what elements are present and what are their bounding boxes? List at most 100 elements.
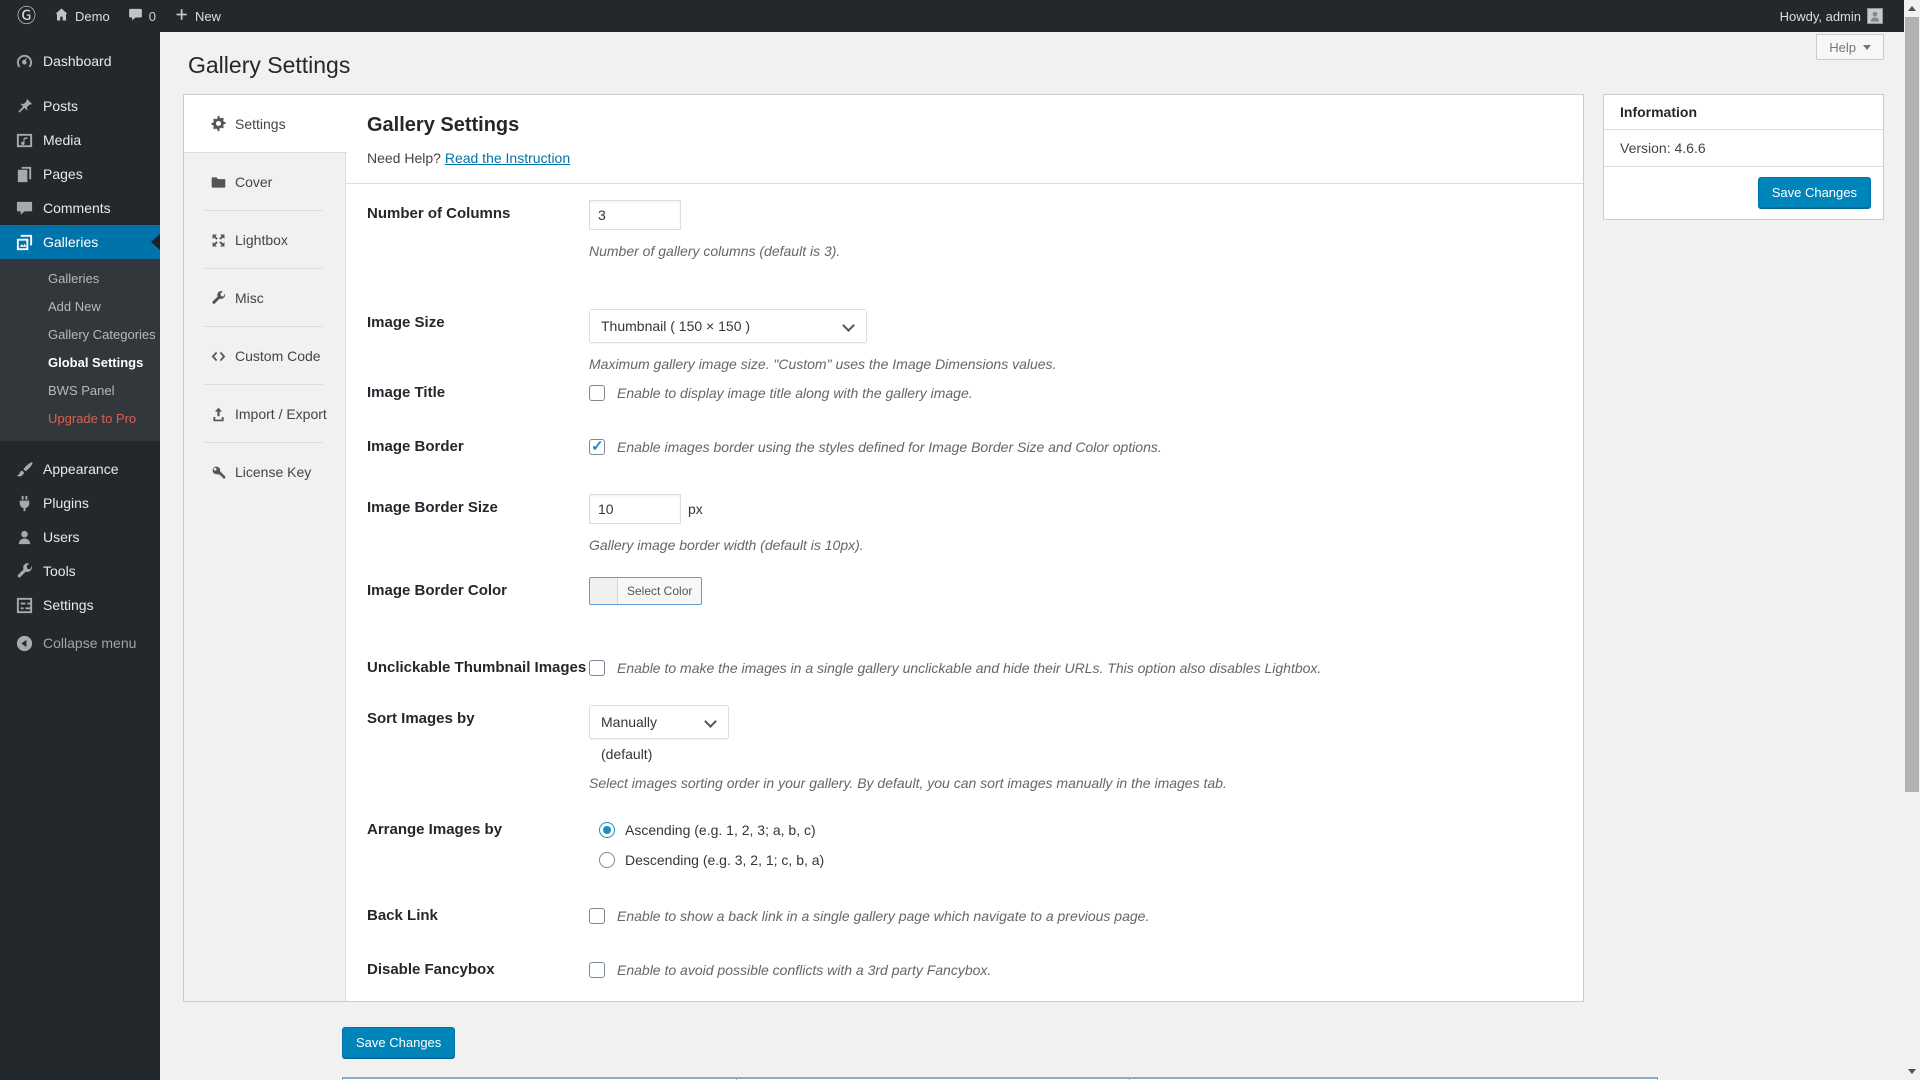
row-back-link: Back Link Enable to show a back link in … xyxy=(367,907,1563,925)
folder-icon xyxy=(209,173,227,191)
sidebar-item-users[interactable]: Users xyxy=(0,520,160,554)
help-button[interactable]: Help xyxy=(1816,34,1884,60)
image-size-select[interactable]: Thumbnail ( 150 × 150 ) xyxy=(589,309,867,343)
field-label: Number of Columns xyxy=(367,200,589,259)
submenu-item-bws-panel[interactable]: BWS Panel xyxy=(0,377,160,405)
site-name-link[interactable]: Demo xyxy=(45,0,119,32)
site-name: Demo xyxy=(75,9,110,24)
information-box: Information Version: 4.6.6 Save Changes xyxy=(1603,94,1884,220)
back-link-checkbox[interactable] xyxy=(589,908,605,924)
field-label: Image Border xyxy=(367,438,589,456)
chevron-down-icon xyxy=(1863,45,1871,50)
expand-icon xyxy=(209,231,227,249)
wrench-icon xyxy=(209,289,227,307)
field-hint: Enable to display image title along with… xyxy=(617,385,973,401)
new-content-menu[interactable]: New xyxy=(165,0,230,32)
home-icon xyxy=(54,7,69,25)
sort-images-select[interactable]: Manually (default) xyxy=(589,705,729,739)
field-label: Sort Images by xyxy=(367,705,589,791)
field-label: Back Link xyxy=(367,907,589,925)
wordpress-logo-menu[interactable]: Ⓖ xyxy=(8,0,45,32)
plus-icon xyxy=(174,7,189,25)
media-icon xyxy=(14,130,34,150)
sidebar-item-media[interactable]: Media xyxy=(0,123,160,157)
row-unclickable-thumbnails: Unclickable Thumbnail Images Enable to m… xyxy=(367,659,1563,677)
collapse-menu-button[interactable]: Collapse menu xyxy=(0,626,160,660)
arrow-up-icon xyxy=(1908,6,1916,11)
wordpress-admin-screen: Ⓖ Demo 0 New Howdy, admin xyxy=(0,0,1920,1080)
field-label: Disable Fancybox xyxy=(367,961,589,979)
radio-label[interactable]: Descending (e.g. 3, 2, 1; c, b, a) xyxy=(625,852,824,868)
tab-custom-code[interactable]: Custom Code xyxy=(184,327,346,385)
disable-fancybox-checkbox[interactable] xyxy=(589,962,605,978)
row-arrange-images-by: Arrange Images by Ascending (e.g. 1, 2, … xyxy=(367,821,1563,869)
sidebar-item-dashboard[interactable]: Dashboard xyxy=(0,44,160,78)
sidebar-item-pages[interactable]: Pages xyxy=(0,157,160,191)
number-of-columns-input[interactable] xyxy=(589,200,681,230)
settings-icon xyxy=(14,595,34,615)
new-label: New xyxy=(195,9,221,24)
descending-radio[interactable] xyxy=(599,852,615,868)
image-border-size-input[interactable] xyxy=(589,494,681,524)
field-label: Image Border Color xyxy=(367,577,589,607)
code-icon xyxy=(209,347,227,365)
row-disable-fancybox: Disable Fancybox Enable to avoid possibl… xyxy=(367,961,1563,979)
tab-license-key[interactable]: License Key xyxy=(184,443,346,501)
unit-suffix: px xyxy=(688,501,703,517)
tab-lightbox[interactable]: Lightbox xyxy=(184,211,346,269)
form-divider xyxy=(346,183,1583,184)
galleries-submenu: Galleries Add New Gallery Categories Glo… xyxy=(0,259,160,441)
key-icon xyxy=(209,463,227,481)
comments-bubble-link[interactable]: 0 xyxy=(119,0,165,32)
image-title-checkbox[interactable] xyxy=(589,385,605,401)
read-instruction-link[interactable]: Read the Instruction xyxy=(445,150,570,166)
howdy-account-menu[interactable]: Howdy, admin xyxy=(1771,0,1892,32)
ascending-radio[interactable] xyxy=(599,822,615,838)
pin-icon xyxy=(14,96,34,116)
submenu-item-upgrade-to-pro[interactable]: Upgrade to Pro xyxy=(0,405,160,433)
comments-icon xyxy=(14,198,34,218)
tab-cover[interactable]: Cover xyxy=(184,153,346,211)
row-number-of-columns: Number of Columns Number of gallery colu… xyxy=(367,200,1563,259)
field-hint: Enable to avoid possible conflicts with … xyxy=(617,962,991,978)
radio-label[interactable]: Ascending (e.g. 1, 2, 3; a, b, c) xyxy=(625,822,816,838)
unclickable-thumbnails-checkbox[interactable] xyxy=(589,660,605,676)
sidebar-item-comments[interactable]: Comments xyxy=(0,191,160,225)
field-label: Image Border Size xyxy=(367,494,589,553)
scrollbar-up-button[interactable] xyxy=(1904,0,1920,17)
scrollbar-down-button[interactable] xyxy=(1904,1063,1920,1080)
field-hint: Enable to make the images in a single ga… xyxy=(617,660,1321,676)
row-image-title: Image Title Enable to display image titl… xyxy=(367,384,1563,402)
sidebar-item-tools[interactable]: Tools xyxy=(0,554,160,588)
sidebar-item-galleries[interactable]: Galleries xyxy=(0,225,160,259)
upload-icon xyxy=(209,405,227,423)
submenu-item-gallery-categories[interactable]: Gallery Categories xyxy=(0,321,160,349)
howdy-text: Howdy, admin xyxy=(1780,9,1861,24)
image-border-checkbox[interactable] xyxy=(589,439,605,455)
comments-count: 0 xyxy=(149,9,156,24)
submenu-item-global-settings[interactable]: Global Settings xyxy=(0,349,160,377)
submenu-item-galleries[interactable]: Galleries xyxy=(0,265,160,293)
field-hint: Maximum gallery image size. "Custom" use… xyxy=(589,356,1563,372)
submenu-item-add-new[interactable]: Add New xyxy=(0,293,160,321)
select-color-button[interactable]: Select Color xyxy=(589,577,702,605)
tab-settings[interactable]: Settings xyxy=(184,95,347,153)
settings-tabs: Settings Cover Lightbox Misc Custom Code xyxy=(184,95,346,1001)
page-title: Gallery Settings xyxy=(188,50,350,80)
tab-import-export[interactable]: Import / Export xyxy=(184,385,346,443)
tab-misc[interactable]: Misc xyxy=(184,269,346,327)
save-changes-button[interactable]: Save Changes xyxy=(342,1027,455,1058)
sidebar-item-plugins[interactable]: Plugins xyxy=(0,486,160,520)
avatar xyxy=(1867,8,1883,24)
sidebar-item-posts[interactable]: Posts xyxy=(0,89,160,123)
row-image-size: Image Size Thumbnail ( 150 × 150 ) Maxim… xyxy=(367,309,1563,372)
field-label: Arrange Images by xyxy=(367,821,589,869)
menu-separator xyxy=(0,441,160,452)
save-changes-button-sidebar[interactable]: Save Changes xyxy=(1758,177,1871,208)
scrollbar-thumb[interactable] xyxy=(1905,17,1919,792)
gear-icon xyxy=(209,115,227,133)
sidebar-item-settings[interactable]: Settings xyxy=(0,588,160,622)
sidebar-item-appearance[interactable]: Appearance xyxy=(0,452,160,486)
row-sort-images-by: Sort Images by Manually (default) Select… xyxy=(367,705,1563,791)
field-label: Image Size xyxy=(367,309,589,372)
